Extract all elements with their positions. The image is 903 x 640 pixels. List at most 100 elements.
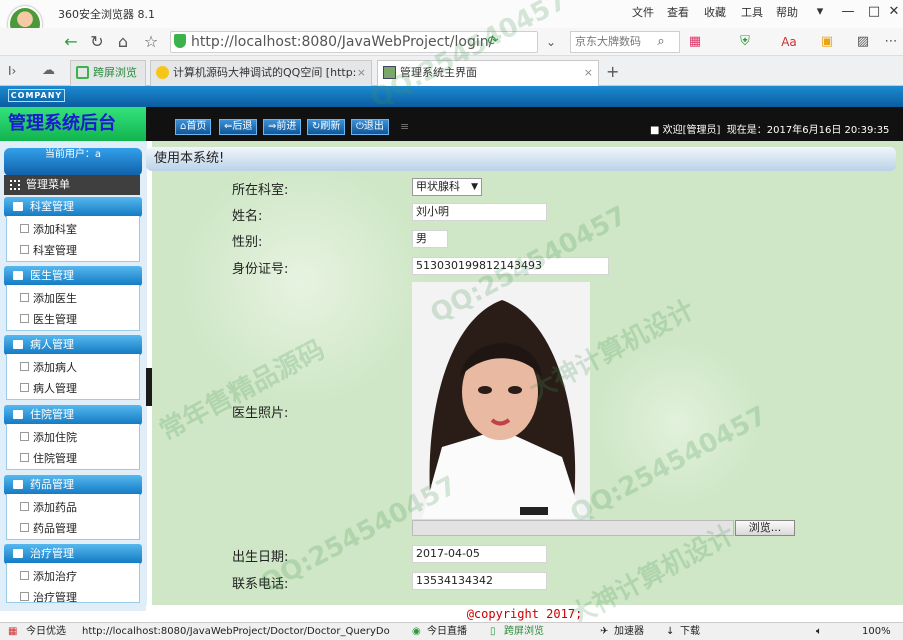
menu-file[interactable]: 文件 — [632, 4, 654, 20]
refresh-icon[interactable]: ↻ — [86, 31, 108, 53]
tab-qq-space[interactable]: 计算机源码大神调试的QQ空间 [http: × — [150, 60, 372, 86]
home-button[interactable]: ⌂首页 — [175, 119, 212, 135]
image-icon[interactable]: ▨ — [852, 31, 874, 53]
file-path-field[interactable] — [412, 520, 734, 536]
sidebar-item-manage-treatment[interactable]: 治疗管理 — [20, 589, 77, 602]
tab-label: 计算机源码大神调试的QQ空间 [http: — [173, 66, 357, 79]
app-top-band — [0, 86, 903, 107]
sidebar-toggle-icon[interactable]: I› — [8, 64, 16, 78]
home-icon[interactable]: ⌂ — [112, 31, 134, 53]
menu-view[interactable]: 查看 — [667, 4, 689, 20]
idcard-field[interactable]: 513030199812143493 — [412, 257, 609, 275]
phone-icon — [76, 66, 89, 79]
search-icon[interactable]: ⌕ — [650, 31, 672, 53]
name-field[interactable]: 刘小明 — [412, 203, 547, 221]
status-accelerator[interactable]: 加速器 — [614, 623, 644, 640]
menu-help[interactable]: 帮助 — [776, 4, 798, 20]
group-patient[interactable]: 病人管理 — [4, 335, 142, 355]
sidebar-item-manage-patient[interactable]: 病人管理 — [20, 380, 77, 396]
back-icon[interactable]: ← — [60, 31, 82, 53]
star-icon[interactable]: ☆ — [140, 31, 162, 53]
status-bar: ▦ 今日优选 http://localhost:8080/JavaWebProj… — [0, 622, 903, 640]
sidebar-item-manage-hospitalization[interactable]: 住院管理 — [20, 450, 77, 466]
live-icon: ◉ — [412, 626, 421, 637]
status-cross-screen[interactable]: 跨屏浏览 — [504, 623, 544, 640]
sidebar-item-add-medicine[interactable]: 添加药品 — [20, 499, 77, 515]
company-logo: COMPANY — [8, 89, 65, 102]
group-patient-body: 添加病人 病人管理 — [6, 354, 140, 400]
skin-icon[interactable]: ▾ — [806, 2, 834, 22]
separator-icon: ≡ — [400, 120, 410, 133]
refresh-button[interactable]: ↻刷新 — [307, 119, 346, 135]
tab-main-interface[interactable]: 管理系统主界面 × — [377, 60, 599, 87]
sidebar-item-manage-doctor[interactable]: 医生管理 — [20, 311, 77, 327]
menu-title: 管理菜单 — [4, 175, 140, 195]
group-department-body: 添加科室 科室管理 — [6, 216, 140, 262]
doctor-photo-image — [412, 282, 590, 519]
forward-button[interactable]: ⇒前进 — [263, 119, 302, 135]
dropdown-icon[interactable]: ⌄ — [540, 31, 562, 53]
sidebar-item-add-treatment[interactable]: 添加治疗 — [20, 568, 77, 584]
birth-field[interactable]: 2017-04-05 — [412, 545, 547, 563]
sidebar-item-add-doctor[interactable]: 添加医生 — [20, 290, 77, 306]
group-treatment-body: 添加治疗 治疗管理 — [6, 563, 140, 603]
group-doctor[interactable]: 医生管理 — [4, 266, 142, 286]
tab-label: 管理系统主界面 — [400, 66, 477, 79]
page-icon — [383, 66, 396, 79]
volume-icon[interactable]: 🔈︎ — [816, 623, 822, 640]
group-treatment[interactable]: 治疗管理 — [4, 544, 142, 564]
sidebar-item-manage-medicine[interactable]: 药品管理 — [20, 520, 77, 536]
tab-cross-screen[interactable]: 跨屏浏览 — [70, 60, 146, 86]
status-today-picks[interactable]: 今日优选 — [26, 623, 66, 640]
sidebar-item-add-hospitalization[interactable]: 添加住院 — [20, 429, 77, 445]
browse-button[interactable]: 浏览... — [735, 520, 795, 536]
tab-close-icon[interactable]: × — [584, 61, 593, 85]
sidebar-item-add-patient[interactable]: 添加病人 — [20, 359, 77, 375]
shield-icon — [174, 34, 186, 48]
back-button[interactable]: ⇐后退 — [219, 119, 258, 135]
gender-field[interactable]: 男 — [412, 230, 448, 248]
logout-button[interactable]: ⏻退出 — [351, 119, 389, 135]
group-hospitalization[interactable]: 住院管理 — [4, 405, 142, 425]
name-label: 姓名: — [232, 209, 263, 224]
apps-icon[interactable]: ▦ — [684, 31, 706, 53]
main-banner: 使用本系统! — [146, 147, 896, 171]
browser-title: 360安全浏览器 8.1 — [58, 8, 155, 21]
status-live[interactable]: 今日直播 — [427, 623, 467, 640]
group-medicine[interactable]: 药品管理 — [4, 475, 142, 495]
photo-label: 医生照片: — [232, 406, 289, 421]
department-select[interactable]: 甲状腺科 ▼ — [412, 178, 482, 196]
translate-icon[interactable]: Aa — [778, 31, 800, 53]
sidebar-item-add-department[interactable]: 添加科室 — [20, 221, 77, 237]
power-icon: ⏻ — [356, 121, 364, 132]
speed-icon[interactable]: ⟳ — [482, 31, 504, 53]
chevron-down-icon: ▼ — [471, 182, 478, 192]
star-badge-icon — [156, 66, 169, 79]
department-label: 所在科室: — [232, 183, 289, 198]
phone-field[interactable]: 13534134342 — [412, 572, 547, 590]
security-icon[interactable]: ⛨ — [734, 31, 756, 53]
more-icon[interactable]: ⋯ — [880, 31, 902, 53]
download-icon: ↓ — [666, 626, 675, 637]
status-download[interactable]: 下载 — [680, 623, 700, 640]
new-tab-icon[interactable]: + — [606, 62, 619, 81]
group-doctor-body: 添加医生 医生管理 — [6, 285, 140, 331]
grid-icon — [10, 180, 20, 190]
group-medicine-body: 添加药品 药品管理 — [6, 494, 140, 540]
accelerator-icon: ✈ — [600, 626, 609, 637]
close-icon[interactable]: ✕ — [880, 2, 903, 22]
group-department[interactable]: 科室管理 — [4, 197, 142, 217]
copyright-footer: @copyright 2017; — [146, 605, 903, 623]
current-user: 当前用户：a — [44, 149, 102, 160]
menu-tools[interactable]: 工具 — [741, 4, 763, 20]
extension-icon[interactable]: ▣ — [816, 31, 838, 53]
menu-favorites[interactable]: 收藏 — [704, 4, 726, 20]
tab-close-icon[interactable]: × — [357, 61, 366, 85]
doctor-photo — [412, 282, 590, 519]
cloud-icon[interactable]: ☁ — [42, 63, 55, 78]
system-title: 管理系统后台 — [0, 107, 146, 141]
minimize-icon[interactable]: — — [834, 2, 862, 22]
sidebar-item-manage-department[interactable]: 科室管理 — [20, 242, 77, 258]
zoom-level[interactable]: 100% — [862, 623, 891, 640]
tab-label: 跨屏浏览 — [93, 66, 137, 79]
